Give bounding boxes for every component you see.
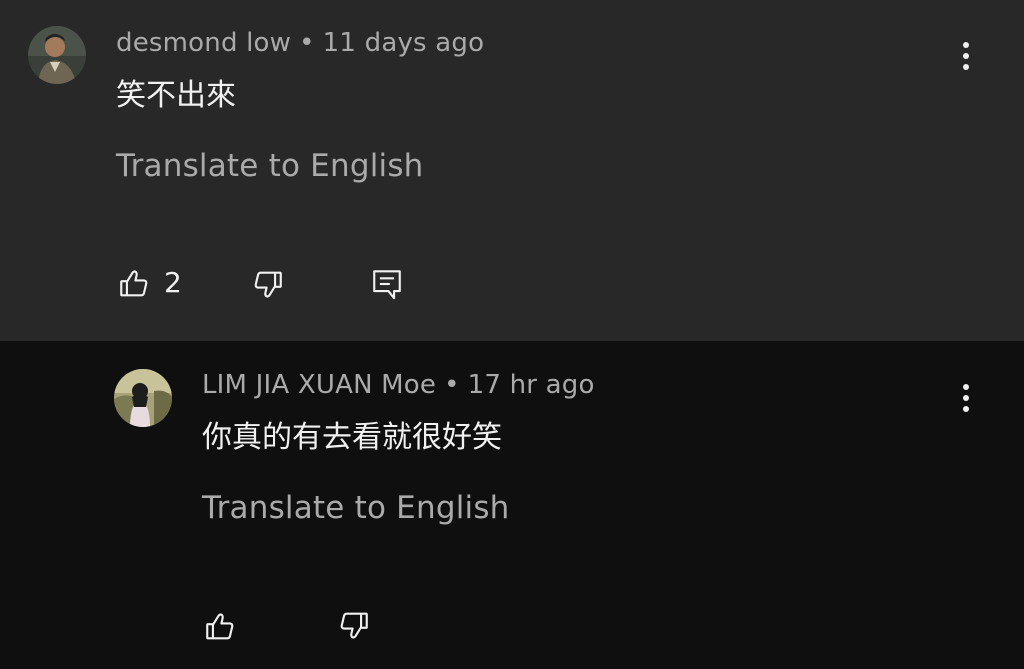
translate-button[interactable]: Translate to English — [116, 148, 424, 184]
meta-separator: • — [444, 370, 460, 400]
comment-meta: LIM JIA XUAN Moe • 17 hr ago — [202, 370, 595, 400]
comment-text: 笑不出來 — [116, 78, 236, 113]
meta-separator: • — [299, 28, 315, 58]
dislike-button[interactable] — [336, 607, 372, 643]
thumb-up-icon — [120, 270, 148, 297]
comment-time: 11 days ago — [322, 28, 485, 58]
avatar-image — [28, 26, 86, 84]
like-button[interactable] — [202, 609, 238, 645]
avatar-image — [114, 369, 172, 427]
avatar[interactable] — [114, 369, 172, 427]
comment-meta: desmond low • 11 days ago — [116, 28, 484, 58]
like-button[interactable] — [116, 266, 152, 302]
translate-button[interactable]: Translate to English — [202, 490, 510, 526]
more-options-button[interactable] — [951, 36, 981, 76]
more-vertical-icon — [963, 384, 969, 412]
more-vertical-icon — [963, 42, 969, 70]
thumb-up-icon — [206, 613, 234, 640]
more-options-button[interactable] — [951, 378, 981, 418]
avatar[interactable] — [28, 26, 86, 84]
comment-thread-item: LIM JIA XUAN Moe • 17 hr ago 你真的有去看就很好笑 Tr… — [0, 341, 1024, 669]
comment-text: 你真的有去看就很好笑 — [202, 420, 502, 455]
like-count: 2 — [164, 266, 182, 299]
comment-time: 17 hr ago — [467, 370, 595, 400]
reply-button[interactable] — [369, 266, 405, 302]
thumb-down-icon — [254, 271, 282, 298]
thumb-down-icon — [340, 612, 368, 639]
author-name[interactable]: desmond low — [116, 28, 291, 58]
dislike-button[interactable] — [250, 266, 286, 302]
comment-reply-icon — [373, 270, 401, 300]
comment-thread-item: desmond low • 11 days ago 笑不出來 Translate t… — [0, 0, 1024, 341]
author-name[interactable]: LIM JIA XUAN Moe — [202, 370, 436, 400]
